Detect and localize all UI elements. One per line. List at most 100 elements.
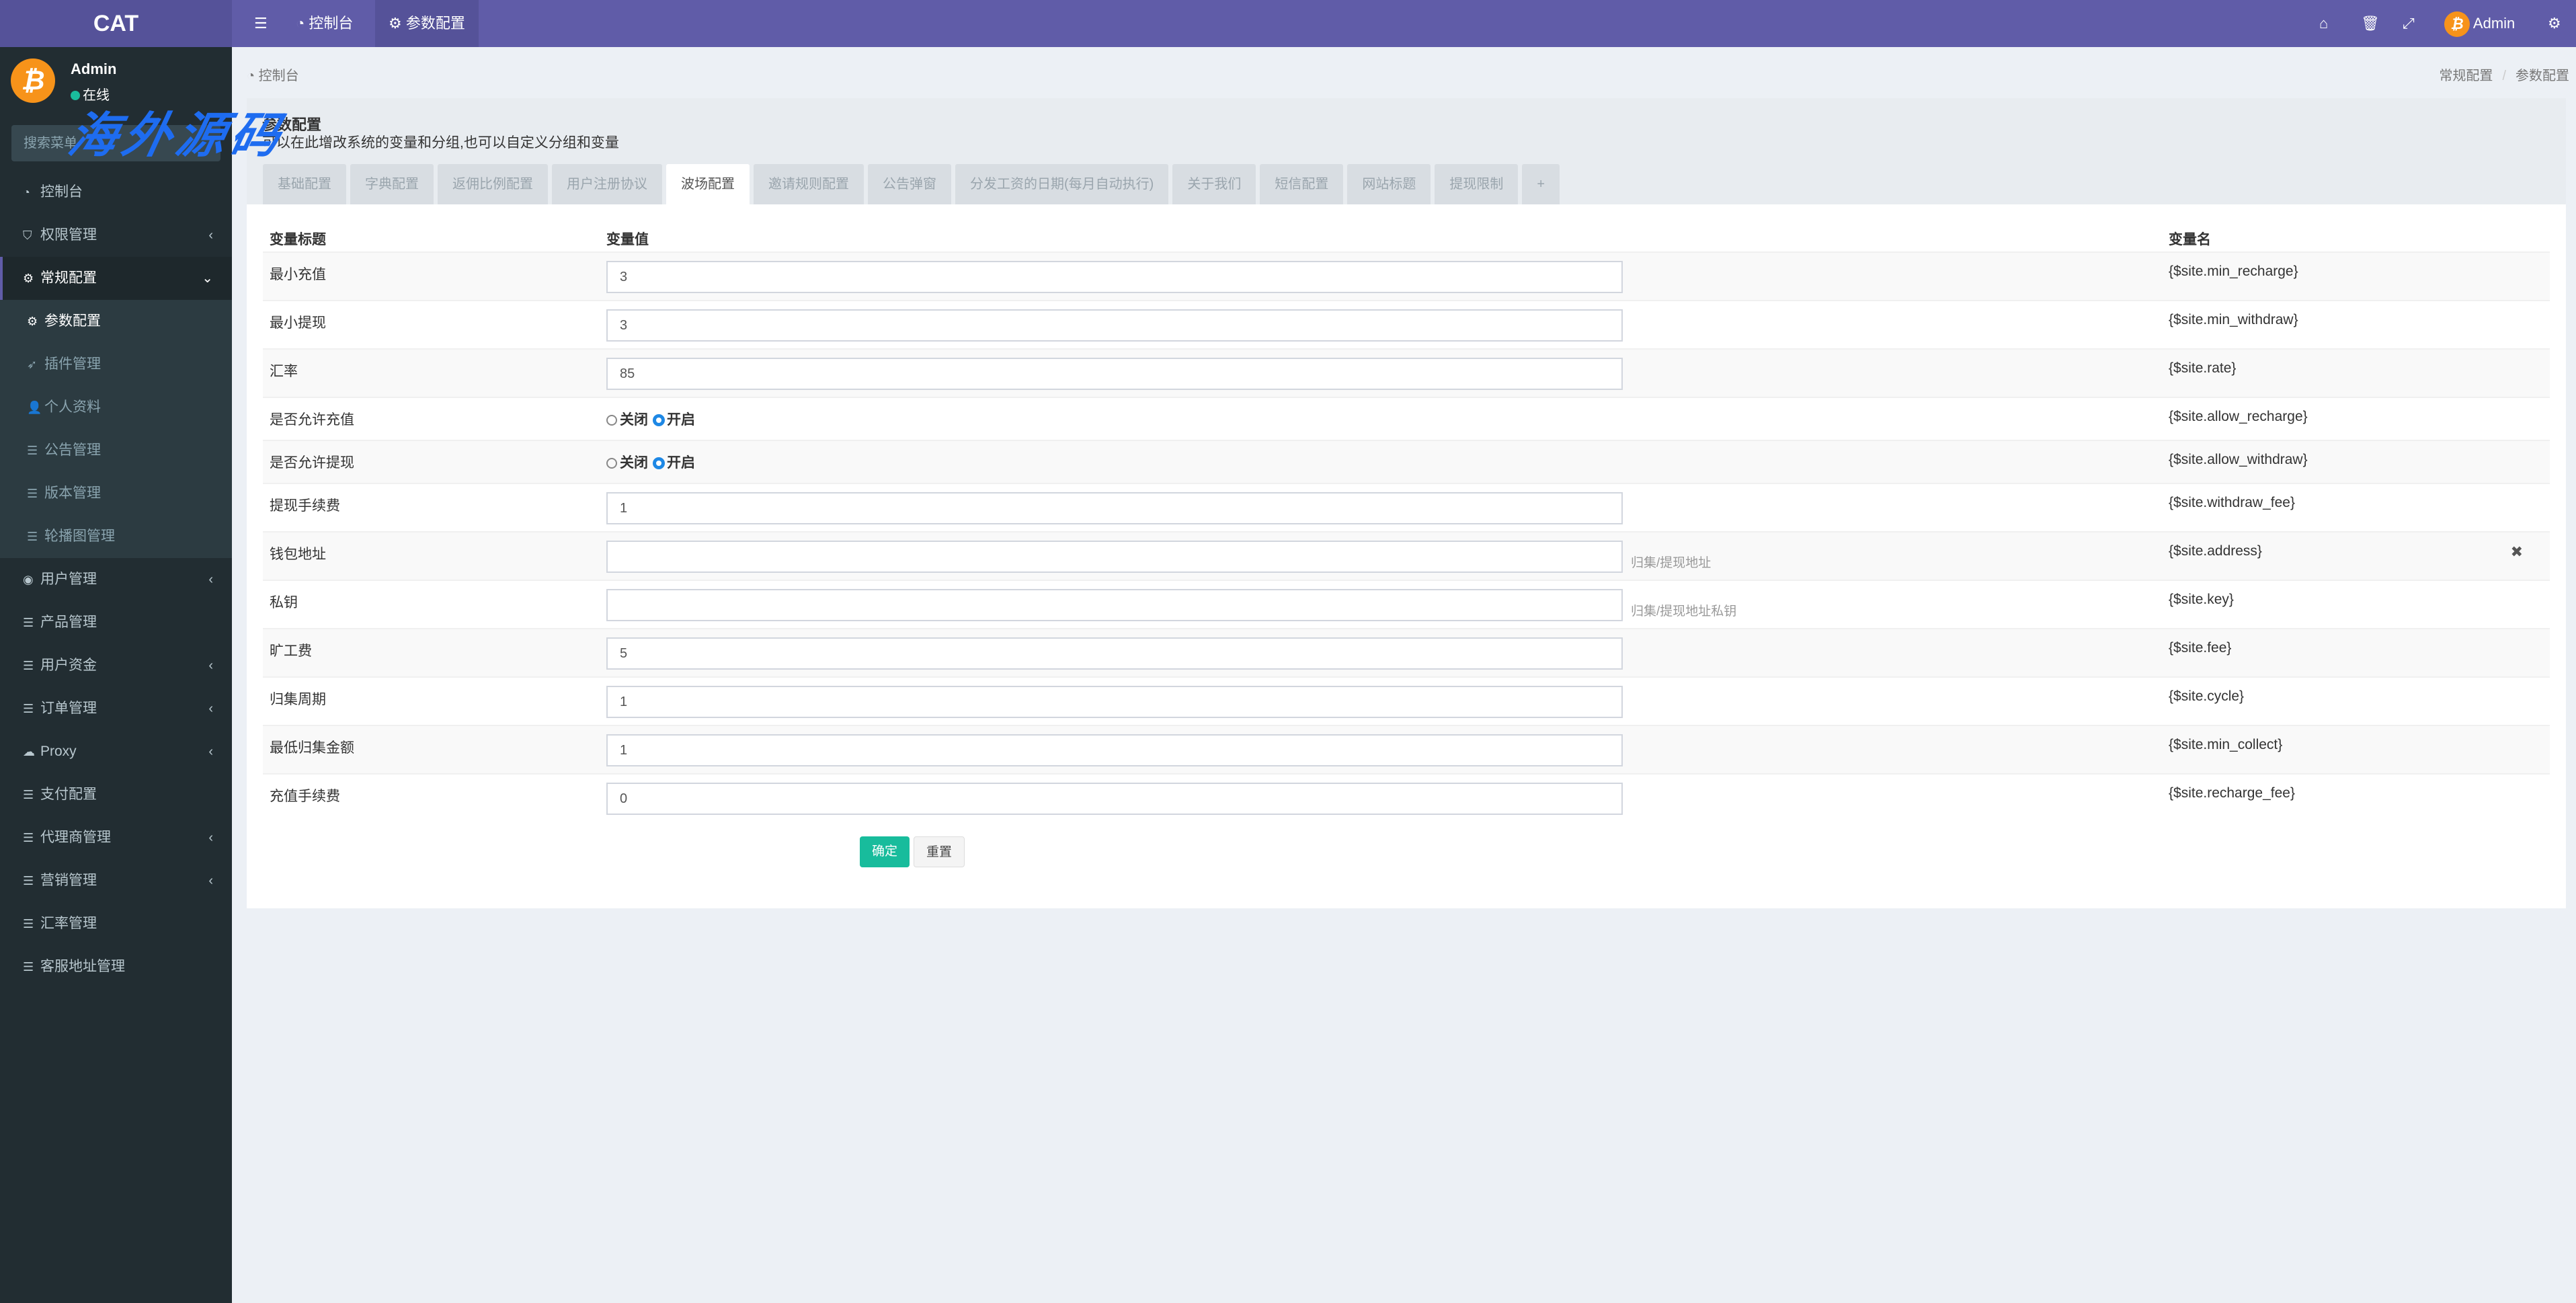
config-panel: 参数配置 可以在此增改系统的变量和分组,也可以自定义分组和变量 基础配置 字典配置… <box>247 98 2566 908</box>
panel-heading: 参数配置 可以在此增改系统的变量和分组,也可以自定义分组和变量 基础配置 字典配置… <box>247 98 2566 204</box>
sidebar-item[interactable]: ⛉ 权限管理 ‹ <box>0 214 232 257</box>
tab[interactable]: 短信配置 <box>1260 164 1344 204</box>
variable-name: {$site.cycle} <box>2169 688 2245 704</box>
tab[interactable]: 字典配置 <box>350 164 434 204</box>
tab[interactable]: 波场配置 <box>666 164 750 204</box>
variable-name: {$site.allow_withdraw} <box>2169 452 2308 467</box>
sidebar-item[interactable]: ☰ 支付配置 <box>0 773 232 816</box>
nav-tab-dashboard[interactable]: ◔ 控制台 <box>282 0 366 47</box>
sidebar-item[interactable]: ☰ 汇率管理 <box>0 902 232 945</box>
sidebar-item-label: 产品管理 <box>40 615 97 630</box>
tab[interactable]: 返佣比例配置 <box>438 164 548 204</box>
expand-icon[interactable]: ⤢ <box>2403 0 2415 47</box>
variable-hint <box>1623 629 2169 649</box>
variable-value-cell: 3 <box>606 253 1623 293</box>
sidebar-toggle-icon[interactable]: ☰ <box>241 0 281 47</box>
variable-name: {$site.min_collect} <box>2169 737 2283 752</box>
list-icon: ☰ <box>23 874 34 887</box>
table-row: 私钥 归集/提现地址私钥 {$site.key} <box>263 580 2550 628</box>
tab[interactable]: 邀请规则配置 <box>754 164 864 204</box>
tab[interactable]: 公告弹窗 <box>868 164 951 204</box>
sidebar-item[interactable]: ⚙ 参数配置 <box>0 300 232 343</box>
sidebar-item[interactable]: ☰ 客服地址管理 <box>0 945 232 988</box>
breadcrumb-label: 控制台 <box>258 69 299 83</box>
avatar: ₿ <box>11 58 55 103</box>
cogs-icon[interactable]: ⚙ <box>2548 0 2561 47</box>
sidebar-item[interactable]: ⚙ 常规配置 ⌄ <box>0 257 232 300</box>
variable-value-cell: 5 <box>606 629 1623 670</box>
sidebar-item-label: 插件管理 <box>44 356 101 372</box>
trash-icon[interactable]: 🗑 <box>2361 0 2380 47</box>
variable-hint <box>1623 253 2169 273</box>
variable-value-input[interactable]: 3 <box>606 309 1623 342</box>
user-menu[interactable]: ₿ Admin <box>2444 0 2515 47</box>
variable-value-input[interactable]: 1 <box>606 492 1623 524</box>
tab[interactable]: 关于我们 <box>1172 164 1256 204</box>
top-navbar: CAT ☰ ◔ 控制台 ⚙ 参数配置 ⌂ 🗑 ⤢ ₿ Admin ⚙ <box>0 0 2576 47</box>
sidebar-item-label: 版本管理 <box>44 485 101 501</box>
sidebar-item[interactable]: ☰ 营销管理 ‹ <box>0 859 232 902</box>
table-header: 变量标题 变量值 变量名 <box>263 219 2550 251</box>
sidebar-item[interactable]: ◉ 用户管理 ‹ <box>0 558 232 601</box>
table-row: 最低归集金额 1 {$site.min_collect} <box>263 725 2550 773</box>
variable-value-input[interactable]: 3 <box>606 261 1623 293</box>
add-tab-button[interactable]: + <box>1522 164 1560 204</box>
variable-value-input[interactable] <box>606 541 1623 573</box>
breadcrumb-item: 参数配置 <box>2515 69 2569 83</box>
home-icon[interactable]: ⌂ <box>2319 0 2328 47</box>
radio-on[interactable] <box>653 415 664 426</box>
variable-name: {$site.allow_recharge} <box>2169 409 2308 424</box>
variable-title: 汇率 <box>270 364 298 379</box>
tab[interactable]: 基础配置 <box>263 164 346 204</box>
logo[interactable]: CAT <box>0 0 232 47</box>
cogs-icon: ⚙ <box>23 272 34 285</box>
delete-icon[interactable]: ✖ <box>2511 543 2523 561</box>
submit-button[interactable]: 确定 <box>860 836 910 867</box>
sidebar-item-label: 支付配置 <box>40 787 97 802</box>
breadcrumb-item[interactable]: 常规配置 <box>2439 69 2493 83</box>
sidebar-item[interactable]: ☰ 用户资金 ‹ <box>0 644 232 687</box>
sidebar-item[interactable]: ☰ 产品管理 <box>0 601 232 644</box>
sidebar-item[interactable]: ☰ 轮播图管理 <box>0 515 232 558</box>
sidebar-item[interactable]: ◔ 控制台 <box>0 171 232 214</box>
list-icon: ☰ <box>23 960 34 974</box>
sidebar-item[interactable]: ☰ 订单管理 ‹ <box>0 687 232 730</box>
variable-value-input[interactable]: 1 <box>606 734 1623 766</box>
radio-on[interactable] <box>653 458 664 469</box>
sidebar-item[interactable]: ☁ Proxy ‹ <box>0 730 232 773</box>
radio-off[interactable] <box>606 415 617 426</box>
reset-button[interactable]: 重置 <box>914 836 965 867</box>
sidebar-item[interactable]: ☰ 代理商管理 ‹ <box>0 816 232 859</box>
variable-title: 最低归集金额 <box>270 740 354 756</box>
variable-name: {$site.fee} <box>2169 640 2232 656</box>
sidebar-item[interactable]: ➶ 插件管理 <box>0 343 232 386</box>
sidebar-item-label: 订单管理 <box>40 701 97 716</box>
sidebar-item[interactable]: ☰ 公告管理 <box>0 429 232 472</box>
variable-value-input[interactable] <box>606 589 1623 621</box>
table-row: 归集周期 1 {$site.cycle} <box>263 676 2550 725</box>
sidebar-item[interactable]: 👤 个人资料 <box>0 386 232 429</box>
table-row: 是否允许充值 关闭 开启 {$site.allow_recharge} <box>263 397 2550 440</box>
variable-value-input[interactable]: 85 <box>606 358 1623 390</box>
variable-hint: 归集/提现地址私钥 <box>1631 604 1737 619</box>
variable-value-input[interactable]: 5 <box>606 637 1623 670</box>
sidebar-item[interactable]: ☰ 版本管理 <box>0 472 232 515</box>
sidebar-item-label: 轮播图管理 <box>44 528 115 544</box>
sidebar-menu: ◔ 控制台 ⛉ 权限管理 ‹ ⚙ 常规配置 ⌄ ⚙ 参数配置 ➶ 插件管理 👤 个人资料 ☰ 公告管理 ☰ 版本管… <box>0 171 232 988</box>
tab[interactable]: 网站标题 <box>1347 164 1431 204</box>
dashboard-icon: ◔ <box>247 69 259 83</box>
breadcrumb-home[interactable]: ◔ 控制台 <box>247 65 299 84</box>
variable-value-input[interactable]: 0 <box>606 783 1623 815</box>
column-header: 变量名 <box>2169 232 2211 247</box>
variable-title: 充值手续费 <box>270 789 340 804</box>
tab[interactable]: 提现限制 <box>1435 164 1519 204</box>
config-tabs: 基础配置 字典配置 返佣比例配置 用户注册协议 波场配置 邀请规则配置 公告弹窗 分发工资的日… <box>263 164 1560 204</box>
nav-tab-params[interactable]: ⚙ 参数配置 <box>375 0 479 47</box>
radio-off[interactable] <box>606 458 617 469</box>
tab[interactable]: 分发工资的日期(每月自动执行) <box>955 164 1169 204</box>
table-row: 最小充值 3 {$site.min_recharge} <box>263 251 2550 300</box>
variable-value-input[interactable]: 1 <box>606 686 1623 718</box>
variable-value-cell: 1 <box>606 484 1623 524</box>
watermark: 海外源码 <box>63 106 291 163</box>
tab[interactable]: 用户注册协议 <box>552 164 662 204</box>
